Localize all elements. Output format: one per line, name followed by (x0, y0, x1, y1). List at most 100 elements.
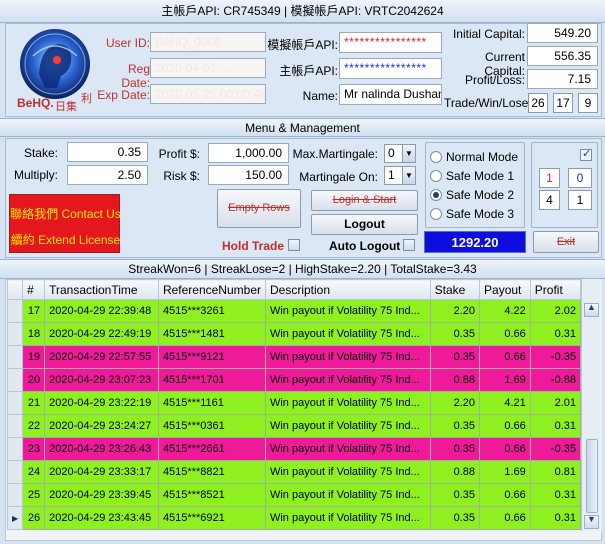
table-row[interactable]: 22 2020-04-29 23:24:27 4515***0361 Win payo… (6, 414, 582, 438)
cell-stake[interactable]: 0.35 (429, 345, 481, 369)
cell-time[interactable]: 2020-04-29 22:39:48 (44, 299, 159, 323)
cell-stake[interactable]: 0.35 (429, 322, 481, 346)
row-selector[interactable] (6, 391, 24, 415)
column-header-time[interactable]: TransactionTime (44, 279, 159, 300)
cell-profit[interactable]: 2.01 (529, 391, 582, 415)
table-row[interactable]: 21 2020-04-29 23:22:19 4515***1161 Win payo… (6, 391, 582, 415)
cell-description[interactable]: Win payout if Volatility 75 Ind... (264, 368, 431, 392)
cell-reference[interactable]: 4515***6921 (157, 506, 266, 530)
cell-description[interactable]: Win payout if Volatility 75 Ind... (264, 483, 431, 507)
scroll-thumb[interactable] (586, 439, 598, 513)
cell-description[interactable]: Win payout if Volatility 75 Ind... (264, 460, 431, 484)
counter-checkbox[interactable]: ✓ (580, 148, 592, 161)
multiply-input[interactable]: 2.50 (67, 165, 148, 185)
max-martingale-select[interactable]: 0 ▼ (384, 144, 416, 163)
cell-description[interactable]: Win payout if Volatility 75 Ind... (264, 299, 431, 323)
cell-stake[interactable]: 0.35 (429, 437, 481, 461)
row-selector[interactable] (6, 345, 24, 369)
exit-button[interactable]: Exit (533, 231, 599, 253)
cell-payout[interactable]: 0.66 (479, 414, 531, 438)
cell-number[interactable]: 26 (22, 506, 46, 530)
table-row[interactable]: 17 2020-04-29 22:39:48 4515***3261 Win payo… (6, 299, 582, 323)
cell-profit[interactable]: 0.81 (529, 460, 582, 484)
table-row[interactable]: 19 2020-04-29 22:57:55 4515***9121 Win payo… (6, 345, 582, 369)
table-row[interactable]: 18 2020-04-29 22:49:19 4515***1481 Win payo… (6, 322, 582, 346)
cell-number[interactable]: 21 (22, 391, 46, 415)
radio-safe-mode-1[interactable] (430, 170, 442, 182)
cell-number[interactable]: 19 (22, 345, 46, 369)
row-selector[interactable] (6, 299, 24, 323)
cell-number[interactable]: 25 (22, 483, 46, 507)
row-selector[interactable] (6, 437, 24, 461)
cell-time[interactable]: 2020-04-29 23:33:17 (44, 460, 159, 484)
cell-profit[interactable]: -0.35 (529, 345, 582, 369)
empty-rows-button[interactable]: Empty Rows (217, 189, 301, 228)
column-header-payout[interactable]: Payout (479, 279, 531, 300)
row-selector[interactable]: ▶ (6, 506, 24, 530)
martingale-on-select[interactable]: 1 ▼ (384, 166, 416, 185)
cell-stake[interactable]: 0.88 (429, 460, 481, 484)
cell-reference[interactable]: 4515***9121 (157, 345, 266, 369)
extend-license-button[interactable]: 續約 Extend License (10, 231, 121, 248)
cell-reference[interactable]: 4515***1481 (157, 322, 266, 346)
user-id-field[interactable]: BeHQ_0006 (150, 32, 266, 52)
demo-api-field[interactable]: **************** (339, 32, 442, 53)
cell-payout[interactable]: 1.69 (479, 460, 531, 484)
exp-date-field[interactable]: 2020-05-25 00:00:48 (150, 84, 266, 104)
cell-payout[interactable]: 0.66 (479, 506, 531, 530)
radio-normal-mode[interactable] (430, 151, 442, 163)
stake-input[interactable]: 0.35 (67, 142, 148, 162)
logout-button[interactable]: Logout (311, 214, 418, 235)
cell-description[interactable]: Win payout if Volatility 75 Ind... (264, 345, 431, 369)
login-start-button[interactable]: Login & Start (311, 190, 418, 211)
table-row[interactable]: 20 2020-04-29 23:07:23 4515***1701 Win payo… (6, 368, 582, 392)
cell-time[interactable]: 2020-04-29 22:49:19 (44, 322, 159, 346)
cell-time[interactable]: 2020-04-29 23:22:19 (44, 391, 159, 415)
table-row[interactable]: 25 2020-04-29 23:39:45 4515***8521 Win payo… (6, 483, 582, 507)
chevron-down-icon[interactable]: ▼ (402, 145, 415, 162)
profit-target-input[interactable]: 1,000.00 (208, 143, 289, 163)
cell-number[interactable]: 24 (22, 460, 46, 484)
cell-reference[interactable]: 4515***2661 (157, 437, 266, 461)
column-header-profit[interactable]: Profit (529, 279, 582, 300)
cell-payout[interactable]: 0.66 (479, 322, 531, 346)
cell-description[interactable]: Win payout if Volatility 75 Ind... (264, 391, 431, 415)
cell-stake[interactable]: 0.88 (429, 368, 481, 392)
row-selector[interactable] (6, 414, 24, 438)
radio-safe-mode-2[interactable] (430, 189, 442, 201)
cell-reference[interactable]: 4515***1701 (157, 368, 266, 392)
vertical-scrollbar[interactable]: ▲ ▼ (581, 279, 602, 531)
table-row[interactable]: 23 2020-04-29 23:26:43 4515***2661 Win payo… (6, 437, 582, 461)
cell-description[interactable]: Win payout if Volatility 75 Ind... (264, 506, 431, 530)
row-selector[interactable] (6, 483, 24, 507)
cell-payout[interactable]: 4.21 (479, 391, 531, 415)
cell-profit[interactable]: 2.02 (529, 299, 582, 323)
cell-reference[interactable]: 4515***8821 (157, 460, 266, 484)
cell-description[interactable]: Win payout if Volatility 75 Ind... (264, 322, 431, 346)
cell-time[interactable]: 2020-04-29 23:39:45 (44, 483, 159, 507)
cell-payout[interactable]: 0.66 (479, 483, 531, 507)
contact-us-button[interactable]: 聯絡我們 Contact Us (10, 205, 121, 222)
column-header-number[interactable]: # (22, 279, 46, 300)
name-field[interactable]: Mr nalinda Dushanth (339, 84, 442, 105)
cell-number[interactable]: 23 (22, 437, 46, 461)
row-selector[interactable] (6, 322, 24, 346)
cell-payout[interactable]: 0.66 (479, 437, 531, 461)
cell-number[interactable]: 17 (22, 299, 46, 323)
radio-safe-mode-3[interactable] (430, 208, 442, 220)
cell-time[interactable]: 2020-04-29 23:24:27 (44, 414, 159, 438)
row-selector[interactable] (6, 368, 24, 392)
column-header-stake[interactable]: Stake (429, 279, 481, 300)
cell-payout[interactable]: 4.22 (479, 299, 531, 323)
cell-payout[interactable]: 0.66 (479, 345, 531, 369)
main-api-field[interactable]: **************** (339, 58, 442, 79)
cell-profit[interactable]: -0.88 (529, 368, 582, 392)
auto-logout-checkbox[interactable] (403, 239, 415, 251)
row-selector[interactable] (6, 460, 24, 484)
cell-time[interactable]: 2020-04-29 22:57:55 (44, 345, 159, 369)
cell-profit[interactable]: 0.31 (529, 322, 582, 346)
cell-profit[interactable]: 0.31 (529, 506, 582, 530)
cell-reference[interactable]: 4515***1161 (157, 391, 266, 415)
cell-stake[interactable]: 2.20 (429, 299, 481, 323)
table-row[interactable]: ▶ 26 2020-04-29 23:43:45 4515***6921 Win pay… (6, 506, 582, 530)
